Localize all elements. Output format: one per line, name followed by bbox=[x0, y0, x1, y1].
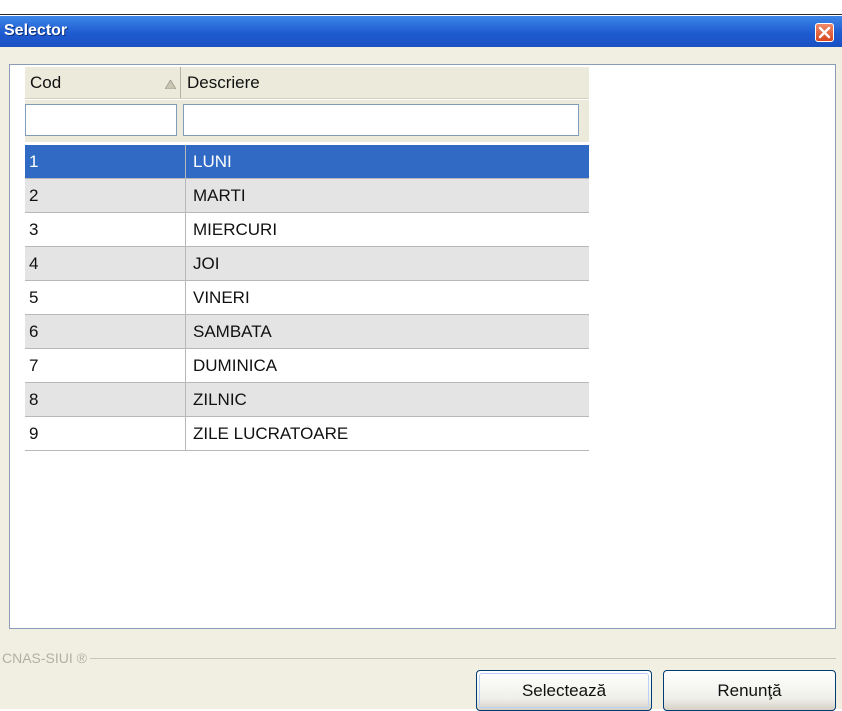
column-header-descriere[interactable]: Descriere bbox=[182, 67, 587, 98]
close-button[interactable] bbox=[815, 23, 834, 42]
cod-cell: 3 bbox=[25, 213, 186, 246]
cnas-siui-watermark: CNAS-SIUI ® bbox=[2, 650, 90, 666]
cod-cell: 9 bbox=[25, 417, 186, 450]
cancel-button[interactable]: Renunţă bbox=[663, 670, 836, 711]
table-row[interactable]: 2 MARTI bbox=[25, 179, 589, 213]
table-row[interactable]: 6 SAMBATA bbox=[25, 315, 589, 349]
cod-cell: 5 bbox=[25, 281, 186, 314]
descriere-cell: MIERCURI bbox=[193, 220, 278, 239]
select-button[interactable]: Selectează bbox=[476, 670, 652, 711]
selector-dialog: Selector Cod Descriere 1 LUNI 2 MARTI 3 … bbox=[0, 16, 842, 711]
sort-ascending-icon bbox=[165, 80, 176, 89]
table-row[interactable]: 3 MIERCURI bbox=[25, 213, 589, 247]
descriere-cell: MARTI bbox=[193, 186, 246, 205]
column-header-label: Descriere bbox=[187, 73, 260, 92]
close-icon bbox=[818, 26, 831, 39]
descriere-cell: ZILNIC bbox=[193, 390, 247, 409]
descriere-cell: ZILE LUCRATOARE bbox=[193, 424, 349, 443]
table-row[interactable]: 9 ZILE LUCRATOARE bbox=[25, 417, 589, 451]
cod-cell: 8 bbox=[25, 383, 186, 416]
table-row[interactable]: 4 JOI bbox=[25, 247, 589, 281]
descriere-cell: JOI bbox=[193, 254, 220, 273]
cod-cell: 6 bbox=[25, 315, 186, 348]
filter-row bbox=[25, 100, 589, 142]
descriere-cell: VINERI bbox=[193, 288, 250, 307]
filter-cod-input[interactable] bbox=[25, 104, 177, 136]
filter-descriere-input[interactable] bbox=[183, 104, 579, 136]
grid-rows: 1 LUNI 2 MARTI 3 MIERCURI 4 JOI 5 VINERI… bbox=[25, 145, 589, 451]
table-row[interactable]: 8 ZILNIC bbox=[25, 383, 589, 417]
table-row[interactable]: 5 VINERI bbox=[25, 281, 589, 315]
table-row[interactable]: 1 LUNI bbox=[25, 145, 589, 179]
descriere-cell: SAMBATA bbox=[193, 322, 272, 341]
background-window-strip bbox=[0, 0, 842, 15]
descriere-cell: LUNI bbox=[193, 152, 232, 171]
dialog-title: Selector bbox=[4, 22, 68, 39]
cod-cell: 1 bbox=[25, 145, 186, 178]
grid-header: Cod Descriere bbox=[25, 67, 589, 99]
descriere-cell: DUMINICA bbox=[193, 356, 278, 375]
column-header-cod[interactable]: Cod bbox=[25, 67, 181, 98]
cod-cell: 7 bbox=[25, 349, 186, 382]
column-header-label: Cod bbox=[30, 73, 62, 92]
cod-cell: 4 bbox=[25, 247, 186, 280]
footer-divider bbox=[76, 658, 836, 659]
table-row[interactable]: 7 DUMINICA bbox=[25, 349, 589, 383]
cod-cell: 2 bbox=[25, 179, 186, 212]
title-bar[interactable]: Selector bbox=[0, 16, 842, 47]
